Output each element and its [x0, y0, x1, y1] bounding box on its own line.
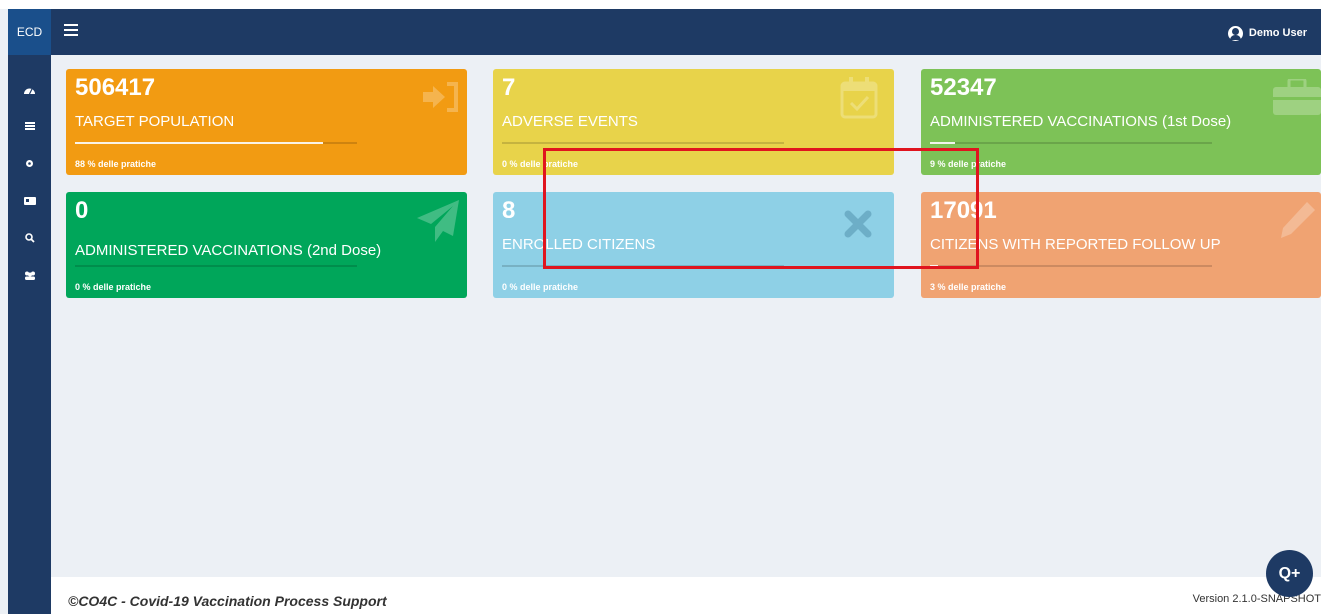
stat-percent: 3 % delle pratiche	[930, 282, 1007, 292]
progress-bar	[930, 142, 1212, 144]
user-name: Demo User	[1248, 27, 1307, 39]
stat-card-vaccinations-second-dose[interactable]: 0 ADMINISTERED VACCINATIONS (2nd Dose) 0…	[66, 192, 467, 298]
menu-toggle-icon[interactable]	[64, 24, 78, 38]
progress-bar	[502, 142, 784, 144]
user-menu[interactable]: Demo User	[1227, 23, 1307, 43]
stat-percent: 88 % delle pratiche	[75, 159, 157, 169]
stat-card-target-population[interactable]: 506417 TARGET POPULATION 88 % delle prat…	[66, 69, 467, 175]
sign-in-icon	[423, 82, 458, 112]
stat-card-citizens-follow-up[interactable]: 17091 CITIZENS WITH REPORTED FOLLOW UP 3…	[921, 192, 1321, 298]
brand-logo[interactable]: ECD	[8, 9, 51, 55]
progress-bar	[75, 265, 357, 267]
stat-title: TARGET POPULATION	[75, 113, 235, 130]
paper-plane-icon	[417, 200, 459, 242]
footer: ©CO4C - Covid-19 Vaccination Process Sup…	[51, 577, 1321, 614]
stat-value: 506417	[75, 74, 156, 101]
zoom-search-button[interactable]: Q+	[1266, 550, 1313, 597]
calendar-check-icon	[840, 77, 878, 119]
stat-value: 0	[75, 197, 89, 224]
user-avatar-icon	[1227, 25, 1243, 41]
footer-copyright: ©CO4C - Covid-19 Vaccination Process Sup…	[68, 593, 387, 609]
search-icon[interactable]	[8, 230, 51, 250]
pencil-icon	[1281, 202, 1315, 238]
briefcase-icon	[1273, 79, 1321, 115]
footer-version: Version 2.1.0-SNAPSHOT	[1192, 593, 1321, 605]
stat-percent: 0 % delle pratiche	[502, 282, 579, 292]
stat-percent: 0 % delle pratiche	[75, 282, 152, 292]
sidebar	[8, 55, 51, 614]
stat-card-vaccinations-first-dose[interactable]: 52347 ADMINISTERED VACCINATIONS (1st Dos…	[921, 69, 1321, 175]
id-card-icon[interactable]	[8, 192, 51, 212]
stat-title: ADMINISTERED VACCINATIONS (2nd Dose)	[75, 242, 382, 259]
stat-value: 7	[502, 74, 516, 101]
gear-icon[interactable]	[8, 155, 51, 175]
stat-value: 52347	[930, 74, 997, 101]
dashboard-icon[interactable]	[8, 82, 51, 102]
progress-fill	[75, 142, 324, 144]
stat-title: ADVERSE EVENTS	[502, 113, 638, 130]
top-strip	[0, 0, 1321, 9]
stat-value: 8	[502, 197, 516, 224]
dashboard-page: ECD Demo User 506417 TARGET POPULATION 8…	[0, 0, 1321, 614]
top-navbar	[8, 9, 1321, 55]
progress-fill	[930, 142, 956, 144]
list-icon[interactable]	[8, 117, 51, 137]
highlight-box	[543, 148, 979, 269]
users-icon[interactable]	[8, 267, 51, 287]
progress-bar	[75, 142, 357, 144]
stat-title: ADMINISTERED VACCINATIONS (1st Dose)	[930, 113, 1232, 130]
